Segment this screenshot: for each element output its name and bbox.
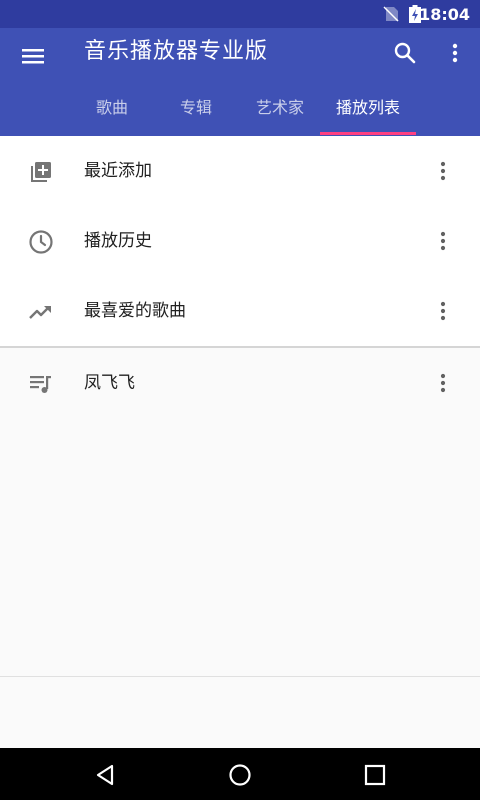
mini-player-divider bbox=[0, 676, 480, 677]
history-clock-icon bbox=[28, 229, 54, 255]
more-vert-icon[interactable] bbox=[430, 298, 456, 324]
playlist-label: 最喜爱的歌曲 bbox=[84, 301, 186, 321]
playlist-label: 最近添加 bbox=[84, 161, 152, 181]
queue-music-icon bbox=[28, 371, 54, 397]
clock-time: 18:04 bbox=[419, 5, 470, 24]
status-bar: 18:04 bbox=[0, 0, 480, 28]
home-circle-icon[interactable] bbox=[227, 762, 253, 788]
system-nav-bar bbox=[0, 748, 480, 800]
playlist-label: 播放历史 bbox=[84, 231, 152, 251]
more-vert-icon[interactable] bbox=[430, 228, 456, 254]
tab-playlists[interactable]: 播放列表 bbox=[320, 88, 416, 136]
recents-square-icon[interactable] bbox=[362, 762, 388, 788]
playlist-label: 凤飞飞 bbox=[84, 373, 135, 393]
more-vert-icon[interactable] bbox=[430, 370, 456, 396]
tab-artists[interactable]: 艺术家 bbox=[240, 88, 320, 136]
no-sim-icon bbox=[383, 6, 399, 22]
more-vert-icon[interactable] bbox=[440, 38, 470, 68]
playlist-item-favorites[interactable]: 最喜爱的歌曲 bbox=[0, 276, 480, 346]
more-vert-icon[interactable] bbox=[430, 158, 456, 184]
playlist-item-recently-added[interactable]: 最近添加 bbox=[0, 136, 480, 206]
tab-bar: 歌曲 专辑 艺术家 播放列表 bbox=[0, 88, 480, 136]
playlist-item-history[interactable]: 播放历史 bbox=[0, 206, 480, 276]
app-title: 音乐播放器专业版 bbox=[84, 39, 269, 64]
tab-albums[interactable]: 专辑 bbox=[156, 88, 236, 136]
menu-icon[interactable] bbox=[18, 40, 50, 72]
search-icon[interactable] bbox=[390, 38, 420, 68]
tab-indicator bbox=[320, 132, 416, 135]
back-triangle-icon[interactable] bbox=[92, 762, 118, 788]
playlist-item-user[interactable]: 凤飞飞 bbox=[0, 348, 480, 418]
trending-up-icon bbox=[28, 299, 54, 325]
app-bar: 音乐播放器专业版 歌曲 专辑 艺术家 播放列表 bbox=[0, 28, 480, 136]
tab-songs[interactable]: 歌曲 bbox=[72, 88, 152, 136]
playlist-add-icon bbox=[28, 159, 54, 185]
